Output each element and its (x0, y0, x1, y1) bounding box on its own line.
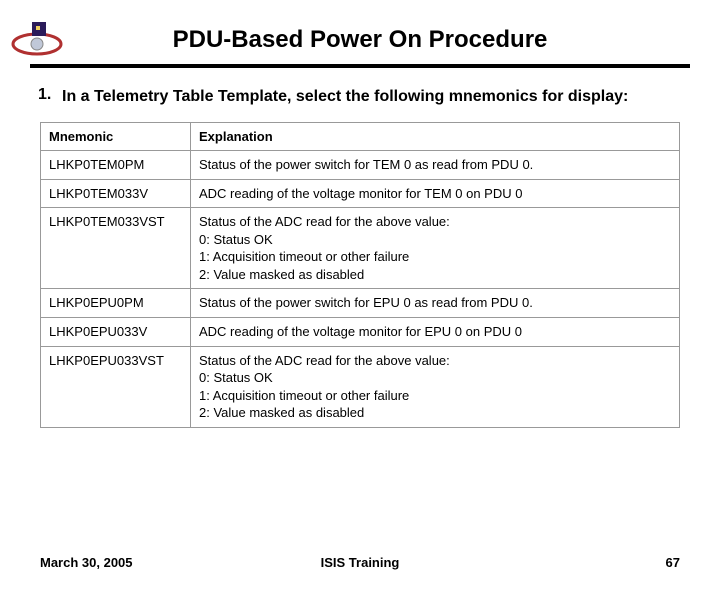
table-row: LHKP0TEM0PM Status of the power switch f… (41, 151, 680, 180)
step-text: In a Telemetry Table Template, select th… (62, 86, 628, 108)
header: PDU-Based Power On Procedure (30, 26, 690, 54)
step-number: 1. (38, 86, 62, 104)
mnemonic-table-wrap: Mnemonic Explanation LHKP0TEM0PM Status … (40, 122, 680, 428)
cell-mnemonic: LHKP0TEM033V (41, 179, 191, 208)
cell-explanation: ADC reading of the voltage monitor for E… (191, 317, 680, 346)
cell-explanation: ADC reading of the voltage monitor for T… (191, 179, 680, 208)
cell-explanation: Status of the power switch for TEM 0 as … (191, 151, 680, 180)
mnemonic-table: Mnemonic Explanation LHKP0TEM0PM Status … (40, 122, 680, 428)
cell-explanation: Status of the power switch for EPU 0 as … (191, 289, 680, 318)
col-header-explanation: Explanation (191, 122, 680, 151)
page-title: PDU-Based Power On Procedure (173, 26, 548, 54)
step-1: 1. In a Telemetry Table Template, select… (38, 86, 690, 108)
table-header-row: Mnemonic Explanation (41, 122, 680, 151)
cell-mnemonic: LHKP0TEM0PM (41, 151, 191, 180)
cell-explanation: Status of the ADC read for the above val… (191, 346, 680, 427)
cell-mnemonic: LHKP0TEM033VST (41, 208, 191, 289)
footer: March 30, 2005 ISIS Training 67 (0, 555, 720, 570)
table-row: LHKP0EPU033V ADC reading of the voltage … (41, 317, 680, 346)
isis-logo (10, 16, 64, 64)
slide: PDU-Based Power On Procedure 1. In a Tel… (0, 0, 720, 590)
cell-mnemonic: LHKP0EPU033V (41, 317, 191, 346)
table-row: LHKP0TEM033V ADC reading of the voltage … (41, 179, 680, 208)
table-row: LHKP0EPU033VST Status of the ADC read fo… (41, 346, 680, 427)
table-row: LHKP0EPU0PM Status of the power switch f… (41, 289, 680, 318)
footer-page: 67 (666, 555, 680, 570)
cell-explanation: Status of the ADC read for the above val… (191, 208, 680, 289)
cell-mnemonic: LHKP0EPU033VST (41, 346, 191, 427)
col-header-mnemonic: Mnemonic (41, 122, 191, 151)
table-row: LHKP0TEM033VST Status of the ADC read fo… (41, 208, 680, 289)
footer-date: March 30, 2005 (40, 555, 133, 570)
footer-center: ISIS Training (321, 555, 400, 570)
cell-mnemonic: LHKP0EPU0PM (41, 289, 191, 318)
divider (30, 64, 690, 68)
